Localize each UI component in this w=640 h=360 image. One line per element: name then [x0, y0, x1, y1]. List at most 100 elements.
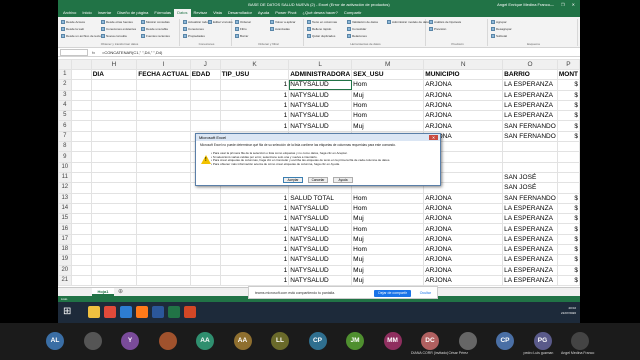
- add-sheet-button[interactable]: ⊕: [118, 288, 123, 296]
- cell[interactable]: [189, 213, 221, 225]
- cell[interactable]: $: [556, 233, 580, 246]
- cell[interactable]: SAN FERNANDO: [502, 192, 558, 204]
- cell[interactable]: $: [556, 274, 580, 287]
- participant-avatar[interactable]: CP: [308, 332, 327, 350]
- cell[interactable]: [70, 89, 92, 101]
- ribbon-button[interactable]: Volver a aplicar: [270, 20, 296, 25]
- cell[interactable]: [90, 233, 138, 246]
- cell[interactable]: SAN JOSÉ: [502, 182, 558, 194]
- cell[interactable]: NATYSALUD: [288, 99, 353, 112]
- cell[interactable]: [136, 151, 191, 163]
- dialog-close-button[interactable]: ✕: [429, 135, 438, 140]
- cell[interactable]: [70, 130, 92, 143]
- cell[interactable]: [70, 264, 92, 276]
- cell[interactable]: [136, 202, 191, 215]
- cell[interactable]: LA ESPERANZA: [502, 79, 558, 91]
- cell[interactable]: [90, 120, 138, 132]
- cell[interactable]: ARJONA: [423, 202, 504, 215]
- cell[interactable]: [90, 202, 138, 215]
- cell[interactable]: [189, 274, 221, 287]
- cell[interactable]: [136, 79, 191, 91]
- ribbon-tab[interactable]: Desarrollador: [225, 9, 255, 17]
- participant-avatar[interactable]: [571, 332, 589, 350]
- cell[interactable]: [70, 202, 92, 215]
- cell[interactable]: [136, 89, 191, 101]
- cell[interactable]: [90, 274, 138, 287]
- row-header[interactable]: 17: [58, 233, 72, 246]
- cell[interactable]: NATYSALUD: [288, 110, 353, 122]
- cell[interactable]: [70, 223, 92, 235]
- cell[interactable]: [502, 141, 558, 153]
- cell[interactable]: Muj: [351, 233, 425, 246]
- cell[interactable]: [70, 233, 92, 246]
- name-box[interactable]: [60, 49, 88, 56]
- cell[interactable]: SALUD TOTAL: [288, 192, 353, 204]
- cell[interactable]: $: [556, 213, 580, 225]
- row-header[interactable]: 18: [58, 244, 72, 256]
- cell[interactable]: LA ESPERANZA: [502, 202, 558, 215]
- row-header[interactable]: 14: [58, 202, 72, 215]
- participant-avatar[interactable]: PG: [533, 332, 552, 350]
- row-header[interactable]: 1: [58, 68, 72, 81]
- cell[interactable]: NATYSALUD: [288, 274, 353, 287]
- ribbon-tab[interactable]: Ayuda: [255, 9, 272, 17]
- cell[interactable]: [136, 244, 191, 256]
- cell[interactable]: NATYSALUD: [288, 244, 353, 256]
- cell[interactable]: $: [556, 89, 580, 101]
- cell[interactable]: 1: [219, 213, 290, 225]
- cell[interactable]: 1: [219, 99, 290, 112]
- cell[interactable]: Muj: [351, 120, 425, 132]
- cell[interactable]: 1: [219, 274, 290, 287]
- cell[interactable]: [70, 120, 92, 132]
- column-header[interactable]: M: [351, 59, 425, 70]
- cell[interactable]: NATYSALUD: [288, 213, 353, 225]
- participant-avatar[interactable]: CP: [496, 332, 514, 350]
- cell[interactable]: Hom: [351, 244, 425, 256]
- cell[interactable]: [556, 141, 580, 153]
- cell[interactable]: 1: [219, 110, 290, 122]
- cell[interactable]: [556, 151, 580, 163]
- cell[interactable]: [136, 254, 191, 266]
- ribbon-button[interactable]: Desde un archivo de texto: [61, 34, 101, 39]
- cell[interactable]: $: [556, 202, 580, 215]
- participant-avatar[interactable]: JM: [346, 332, 364, 350]
- cell[interactable]: 1: [219, 79, 290, 91]
- cell[interactable]: [70, 161, 92, 173]
- cell[interactable]: ARJONA: [423, 233, 504, 246]
- cell[interactable]: NATYSALUD: [288, 202, 353, 215]
- column-header[interactable]: I: [136, 59, 191, 70]
- firefox-icon[interactable]: [136, 306, 148, 318]
- cell[interactable]: [90, 254, 138, 266]
- row-header[interactable]: 13: [58, 192, 72, 204]
- cell[interactable]: [136, 223, 191, 235]
- cell[interactable]: NATYSALUD: [288, 233, 353, 246]
- cell[interactable]: Muj: [351, 254, 425, 266]
- cell[interactable]: Muj: [351, 274, 425, 287]
- cell[interactable]: MONT: [556, 68, 580, 81]
- cell[interactable]: [189, 223, 221, 235]
- cell[interactable]: ARJONA: [423, 264, 504, 276]
- ribbon-button[interactable]: Desde la web: [61, 27, 84, 32]
- ribbon-button[interactable]: Validación de datos: [347, 20, 378, 25]
- cell[interactable]: ARJONA: [423, 110, 504, 122]
- cell[interactable]: [556, 161, 580, 173]
- cell[interactable]: 1: [219, 264, 290, 276]
- ribbon-button[interactable]: Nueva consulta: [101, 34, 127, 39]
- cell[interactable]: [90, 141, 138, 153]
- cell[interactable]: $: [556, 130, 580, 143]
- ribbon-tab[interactable]: Archivo: [60, 9, 79, 17]
- row-header[interactable]: 5: [58, 110, 72, 122]
- cell[interactable]: LA ESPERANZA: [502, 99, 558, 112]
- cell[interactable]: 1: [219, 192, 290, 204]
- cell[interactable]: [90, 192, 138, 204]
- cell[interactable]: [189, 110, 221, 122]
- cell[interactable]: NATYSALUD: [288, 120, 353, 132]
- select-all-corner[interactable]: [58, 59, 72, 70]
- cell[interactable]: ADMINISTRADORA: [288, 68, 353, 81]
- column-header[interactable]: P: [556, 59, 580, 70]
- participant-avatar[interactable]: AA: [196, 332, 214, 350]
- cell[interactable]: FECHA ACTUAL: [136, 68, 191, 81]
- cell[interactable]: [90, 161, 138, 173]
- cell[interactable]: [136, 110, 191, 122]
- cell[interactable]: 1: [219, 233, 290, 246]
